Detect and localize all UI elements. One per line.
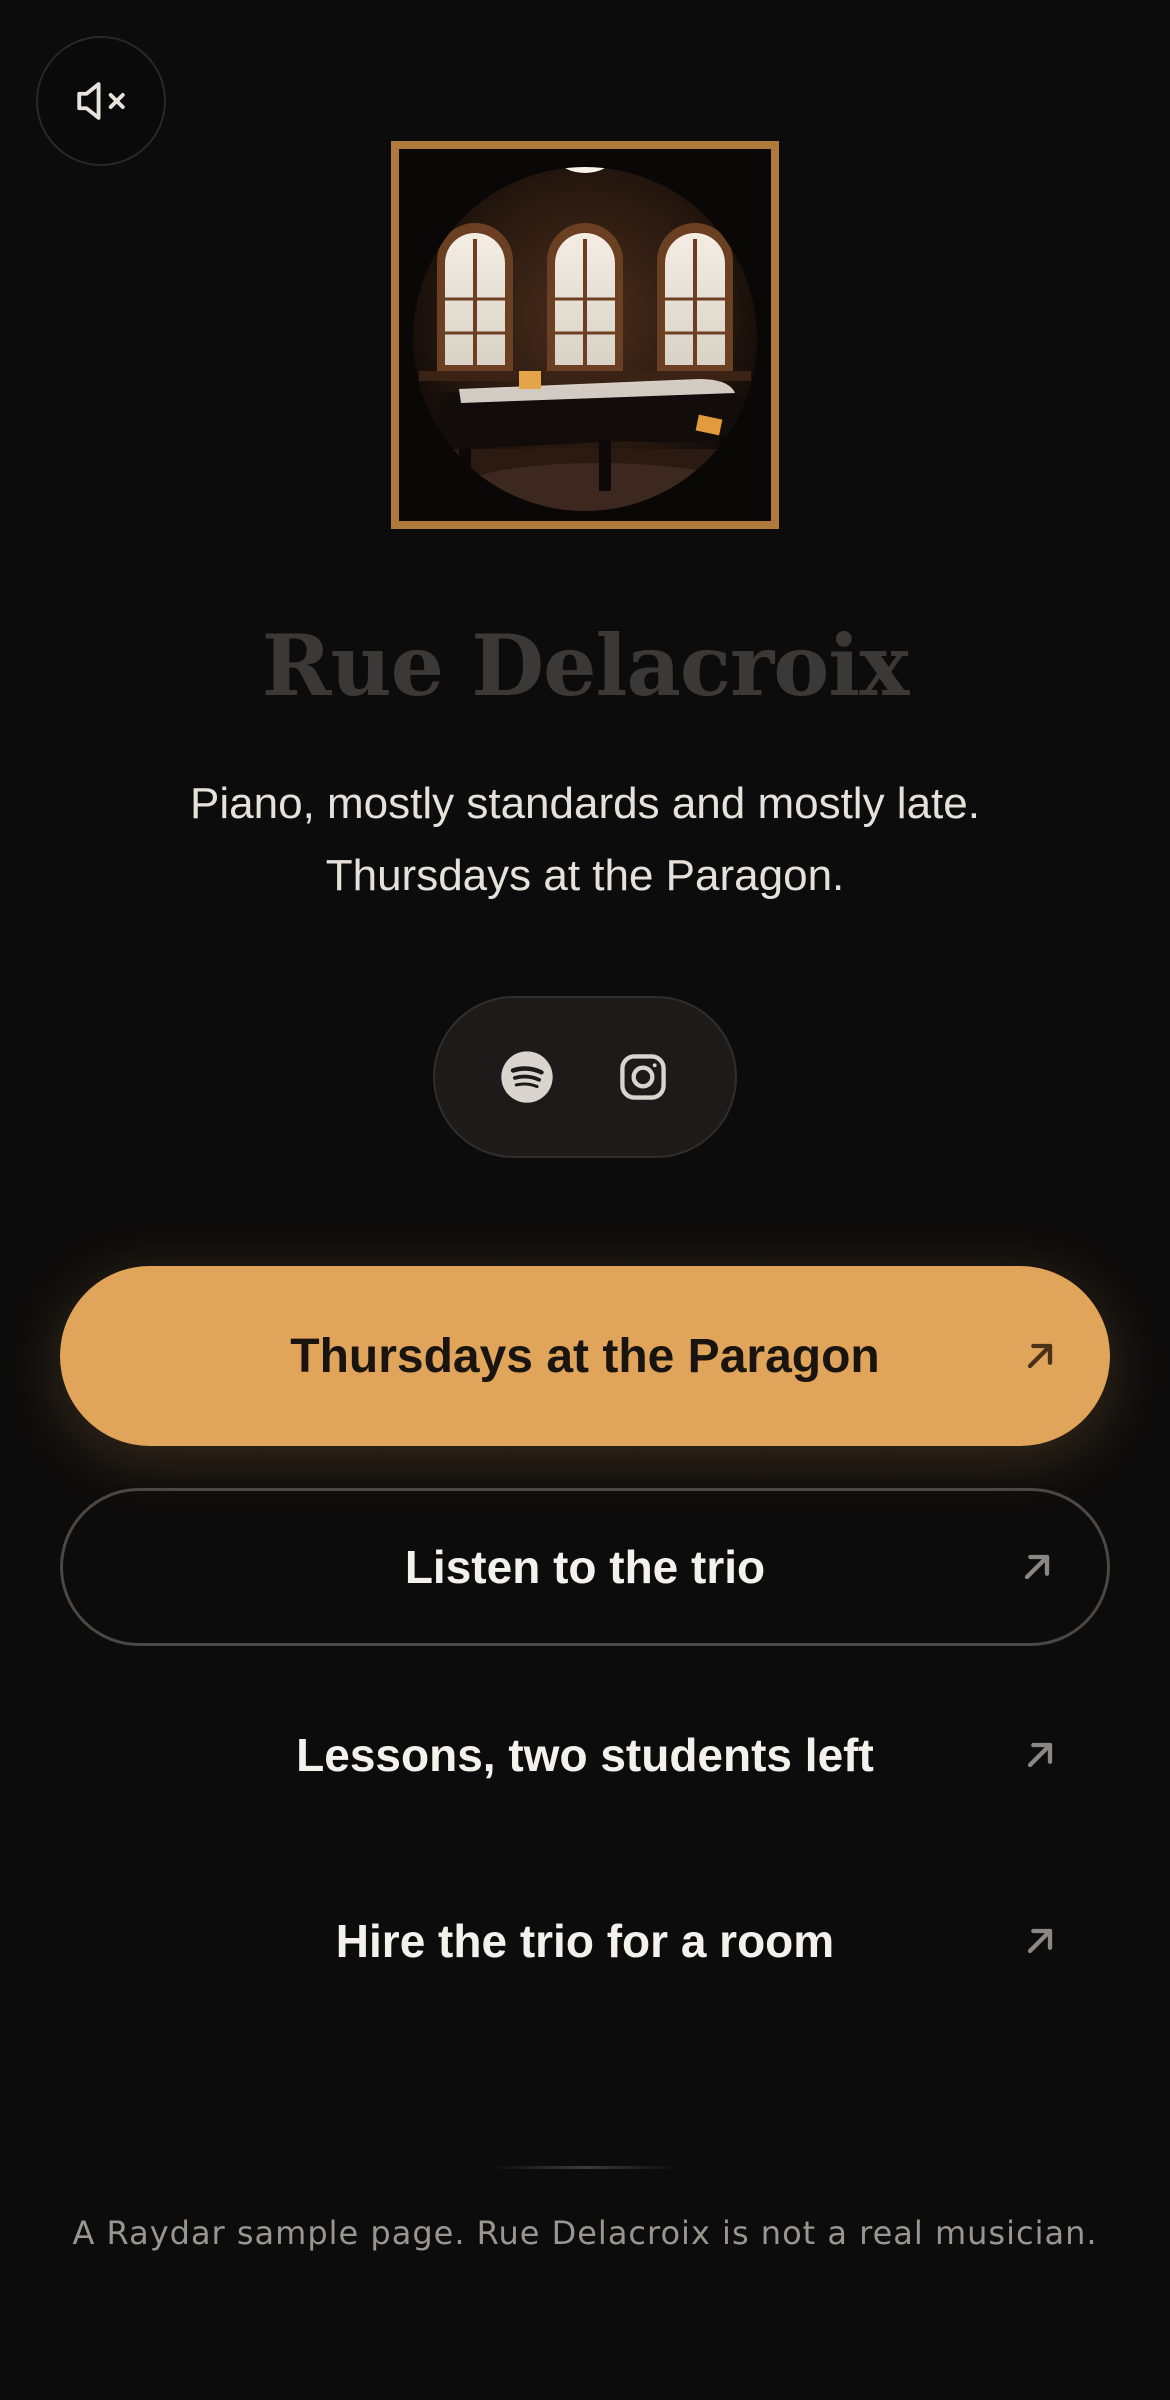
speaker-muted-icon: [77, 82, 125, 120]
footer-divider: [490, 2166, 680, 2169]
bio-line: Thursdays at the Paragon.: [325, 851, 845, 900]
spotify-icon: [501, 1051, 553, 1103]
link-button-listen[interactable]: Listen to the trio: [60, 1488, 1110, 1646]
arrow-up-right-icon: [1027, 1742, 1053, 1768]
profile-bio: Piano, mostly standards and mostly late.…: [110, 768, 1060, 912]
link-button-hire[interactable]: Hire the trio for a room: [60, 1866, 1110, 2016]
profile-avatar: [391, 141, 779, 529]
link-label: Thursdays at the Paragon: [290, 1329, 880, 1383]
instagram-icon: [620, 1054, 666, 1100]
link-label: Lessons, two students left: [296, 1729, 874, 1781]
social-links-pill: [433, 996, 737, 1158]
link-label: Listen to the trio: [404, 1541, 766, 1593]
bio-line: Piano, mostly standards and mostly late.: [190, 779, 980, 828]
spotify-link[interactable]: [497, 1047, 557, 1107]
arrow-up-right-icon: [1027, 1928, 1053, 1954]
arrow-up-right-icon: [1027, 1343, 1053, 1369]
instagram-link[interactable]: [613, 1047, 673, 1107]
link-label: Hire the trio for a room: [335, 1915, 835, 1967]
piano-room-image: [399, 149, 771, 521]
arrow-up-right-icon: [1024, 1554, 1050, 1580]
link-button-lessons[interactable]: Lessons, two students left: [60, 1680, 1110, 1830]
profile-name: Rue Delacroix: [261, 616, 910, 715]
mute-toggle-button[interactable]: [36, 36, 166, 166]
link-button-paragon[interactable]: Thursdays at the Paragon: [60, 1266, 1110, 1446]
footer-text: A Raydar sample page. Rue Delacroix is n…: [72, 2214, 1098, 2252]
